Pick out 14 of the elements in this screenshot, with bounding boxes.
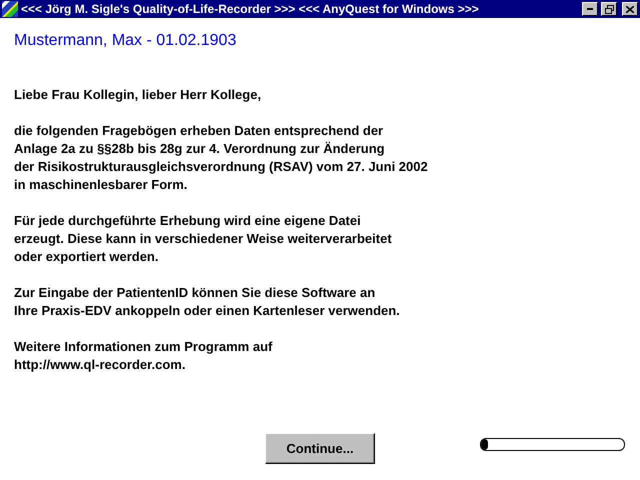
close-icon: [626, 6, 634, 12]
restore-icon: [604, 4, 614, 14]
restore-button[interactable]: [601, 2, 617, 16]
minimize-button[interactable]: [582, 2, 598, 16]
patient-name: Mustermann, Max - 01.02.1903: [14, 32, 236, 50]
paragraph: Weitere Informationen zum Programm auf http://www.ql-recorder.com.: [14, 338, 272, 374]
continue-button[interactable]: Continue...: [265, 433, 375, 464]
minimize-icon: [587, 8, 593, 10]
close-button[interactable]: [622, 2, 638, 16]
paragraph: die folgenden Fragebögen erheben Daten entsprechend der Anlage 2a zu §§28b bis 28g zur 4. Verordnung zur Änderung der Risikostrukturausgleichsverordnung (RSAV) vom 27. Juni 2002 in maschinenlesbarer Form.: [14, 122, 428, 194]
window-title: <<< Jörg M. Sigle's Quality-of-Life-Recorder >>> <<< AnyQuest for Windows >>>: [21, 2, 480, 16]
paragraph: Liebe Frau Kollegin, lieber Herr Kollege,: [14, 86, 262, 104]
paragraph: Zur Eingabe der PatientenID können Sie diese Software an Ihre Praxis-EDV ankoppeln oder einen Kartenleser verwenden.: [14, 284, 400, 320]
paragraph: Für jede durchgeführte Erhebung wird eine eigene Datei erzeugt. Diese kann in verschiedener Weise weiterverarbeitet oder exportiert werden.: [14, 212, 392, 266]
